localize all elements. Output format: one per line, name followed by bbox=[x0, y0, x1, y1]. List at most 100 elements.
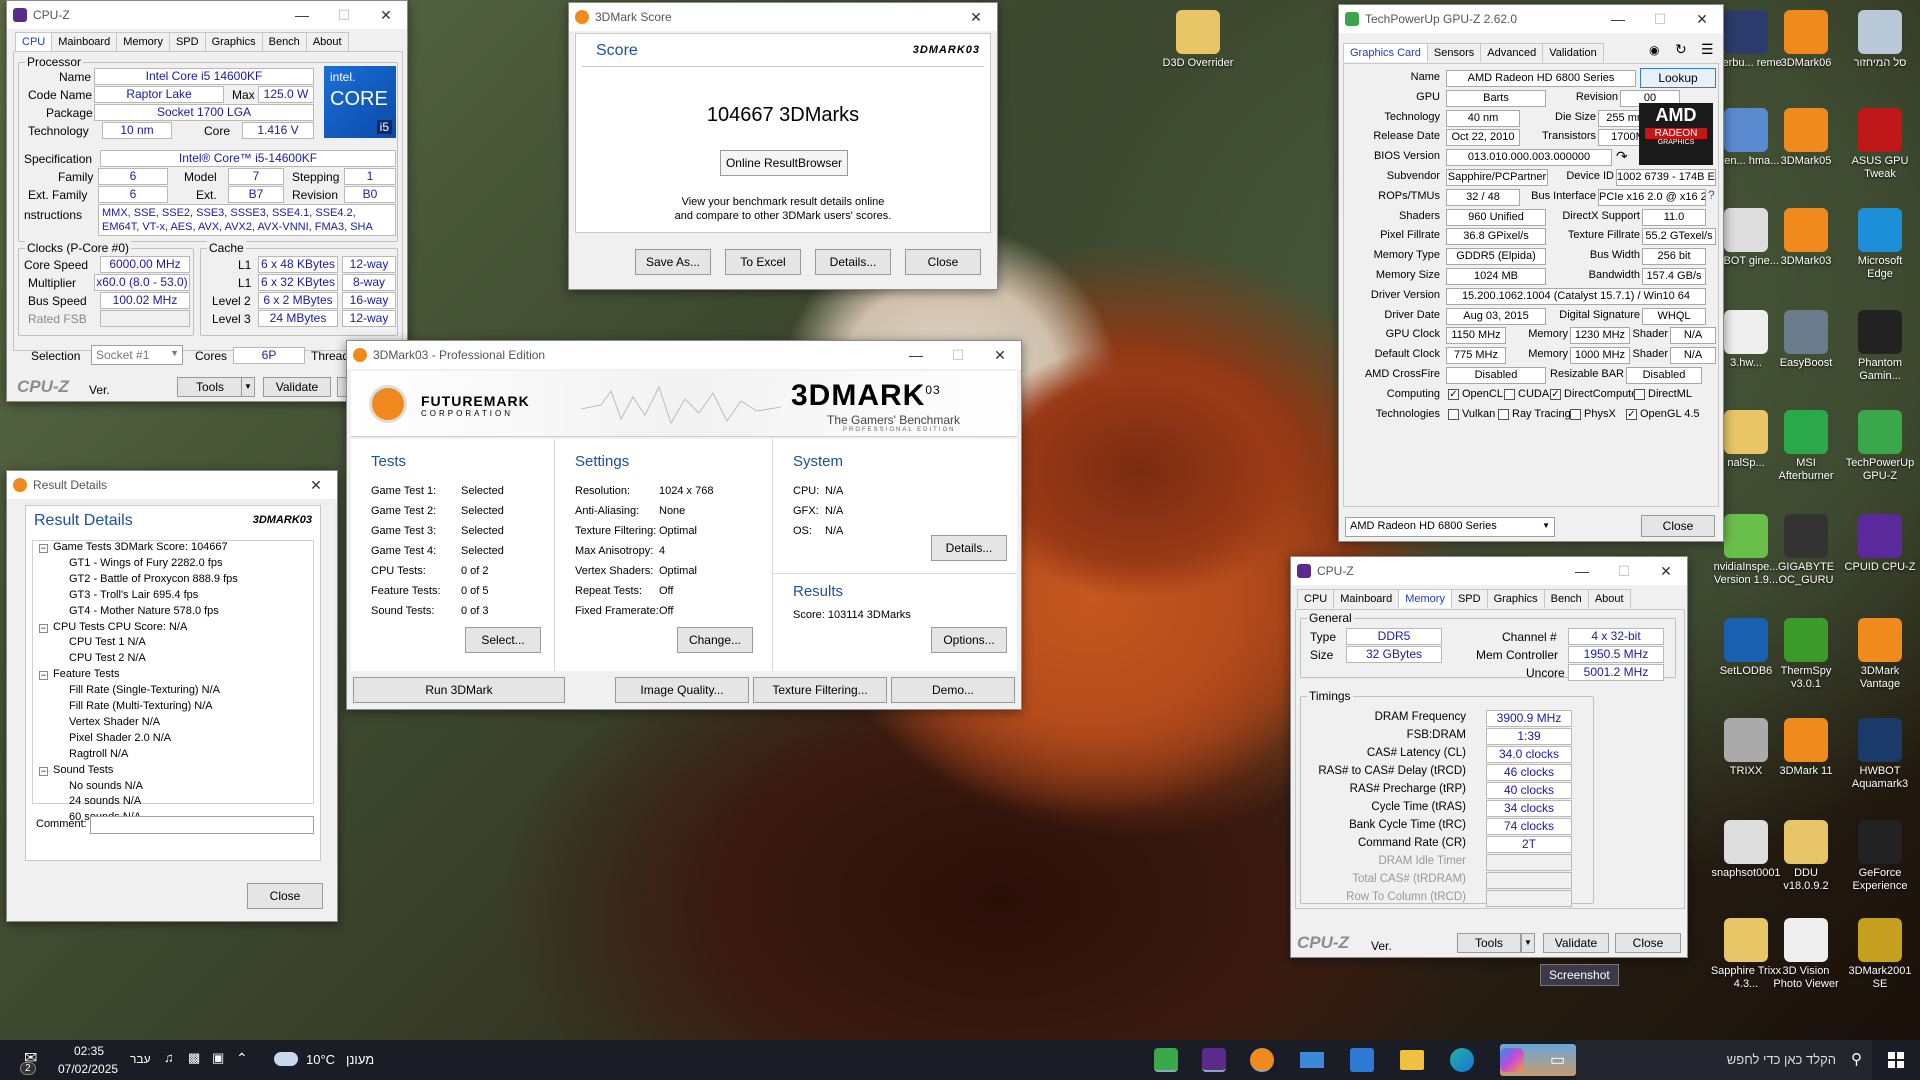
desktop-icon[interactable]: ThermSpy v3.0.1 bbox=[1770, 618, 1842, 691]
monitor-icon[interactable]: ▩ bbox=[188, 1050, 200, 1066]
select-button[interactable]: Select... bbox=[465, 627, 541, 653]
change-button[interactable]: Change... bbox=[677, 627, 753, 653]
close-button[interactable]: ✕ bbox=[365, 1, 407, 29]
image-quality-button[interactable]: Image Quality... bbox=[615, 677, 749, 703]
desktop-icon[interactable]: ASUS GPU Tweak bbox=[1844, 108, 1916, 181]
vulkan-checkbox[interactable] bbox=[1448, 409, 1459, 420]
tree-group[interactable]: Feature Tests bbox=[53, 668, 119, 680]
tab-graphics[interactable]: Graphics bbox=[1486, 589, 1545, 608]
tree-item[interactable]: CPU Test 1 N/A bbox=[69, 636, 146, 648]
tab-bench[interactable]: Bench bbox=[1543, 589, 1589, 608]
tree-item[interactable]: Fill Rate (Multi-Texturing) N/A bbox=[69, 700, 213, 712]
demo-button[interactable]: Demo... bbox=[891, 677, 1015, 703]
cpuz-taskbar-icon[interactable] bbox=[1202, 1048, 1226, 1072]
share-icon[interactable]: ↷ bbox=[1616, 148, 1628, 165]
opencl-checkbox[interactable]: ✓ bbox=[1448, 389, 1459, 400]
help-icon[interactable]: ? bbox=[1708, 188, 1715, 202]
task-view-icon[interactable]: ▭ bbox=[1550, 1050, 1565, 1070]
gpuz-close-button[interactable]: Close bbox=[1641, 515, 1715, 537]
desktop-icon[interactable]: GIGABYTE OC_GURU bbox=[1770, 514, 1842, 587]
maximize-button[interactable]: ☐ bbox=[937, 341, 979, 369]
tab-graphics-card[interactable]: Graphics Card bbox=[1343, 43, 1428, 62]
tree-item[interactable]: CPU Test 2 N/A bbox=[69, 652, 146, 664]
tree-item[interactable]: No sounds N/A bbox=[69, 780, 143, 792]
tab-memory[interactable]: Memory bbox=[1398, 589, 1452, 608]
tools-button[interactable]: Tools bbox=[1457, 933, 1521, 953]
tree-item[interactable]: Ragtroll N/A bbox=[69, 748, 128, 760]
options-button[interactable]: Options... bbox=[931, 627, 1007, 653]
close-dialog-button[interactable]: Close bbox=[905, 249, 981, 275]
title-bar[interactable]: TechPowerUp GPU-Z 2.62.0 — ☐ ✕ bbox=[1339, 5, 1723, 33]
tab-cpu[interactable]: CPU bbox=[1297, 589, 1335, 608]
chevron-up-icon[interactable]: ⌃ bbox=[236, 1050, 248, 1067]
tree-item[interactable]: 24 sounds N/A bbox=[69, 795, 141, 807]
title-bar[interactable]: 3DMark03 - Professional Edition — ☐ ✕ bbox=[347, 341, 1021, 369]
lookup-button[interactable]: Lookup bbox=[1640, 68, 1716, 88]
desktop-icon[interactable]: סל המיחזור bbox=[1844, 10, 1916, 70]
tree-item[interactable]: GT3 - Troll's Lair 695.4 fps bbox=[69, 589, 198, 601]
validate-button[interactable]: Validate bbox=[263, 377, 331, 397]
speaker-icon[interactable]: ♫ bbox=[164, 1050, 174, 1065]
tools-dropdown-button[interactable]: ▼ bbox=[241, 377, 255, 397]
minimize-button[interactable]: — bbox=[281, 1, 323, 29]
maximize-button[interactable]: ☐ bbox=[1639, 5, 1681, 33]
desktop-icon[interactable]: MSI Afterburner bbox=[1770, 410, 1842, 483]
tree-item[interactable]: GT2 - Battle of Proxycon 888.9 fps bbox=[69, 573, 238, 585]
tab-advanced[interactable]: Advanced bbox=[1480, 43, 1544, 62]
clock-time[interactable]: 02:35 bbox=[74, 1044, 104, 1058]
tab-spd[interactable]: SPD bbox=[168, 32, 206, 51]
refresh-icon[interactable]: ↻ bbox=[1675, 41, 1687, 58]
mail-icon[interactable] bbox=[1300, 1052, 1324, 1068]
tree-item[interactable]: GT1 - Wings of Fury 2282.0 fps bbox=[69, 557, 222, 569]
tree-item[interactable]: GT4 - Mother Nature 578.0 fps bbox=[69, 605, 219, 617]
physx-checkbox[interactable] bbox=[1570, 409, 1581, 420]
close-button[interactable]: ✕ bbox=[1645, 557, 1687, 585]
search-box[interactable]: ⚲ הקלד כאן כדי לחפש bbox=[1576, 1040, 1872, 1080]
network-icon[interactable]: ▣ bbox=[212, 1050, 224, 1066]
title-bar[interactable]: CPU-Z — ☐ ✕ bbox=[1291, 557, 1687, 585]
minimize-button[interactable]: — bbox=[1597, 5, 1639, 33]
minimize-button[interactable]: — bbox=[1561, 557, 1603, 585]
copilot-icon[interactable] bbox=[1500, 1048, 1524, 1072]
file-explorer-icon[interactable] bbox=[1400, 1050, 1424, 1070]
edge-icon[interactable] bbox=[1450, 1048, 1474, 1072]
desktop-icon[interactable]: CPUID CPU-Z bbox=[1844, 514, 1916, 574]
tools-button[interactable]: Tools bbox=[177, 377, 243, 397]
tab-about[interactable]: About bbox=[1587, 589, 1631, 608]
maximize-button[interactable]: ☐ bbox=[1603, 557, 1645, 585]
tab-mainboard[interactable]: Mainboard bbox=[51, 32, 118, 51]
menu-icon[interactable]: ☰ bbox=[1701, 41, 1714, 58]
result-close-button[interactable]: Close bbox=[247, 883, 323, 909]
camera-icon[interactable]: ◉ bbox=[1649, 43, 1659, 57]
cloud-icon[interactable] bbox=[274, 1052, 298, 1066]
tree-group[interactable]: CPU Tests CPU Score: N/A bbox=[53, 621, 187, 633]
gpu-select[interactable]: AMD Radeon HD 6800 Series ▼ bbox=[1345, 517, 1555, 537]
tab-spd[interactable]: SPD bbox=[1450, 589, 1488, 608]
desktop-icon[interactable]: GeForce Experience bbox=[1844, 820, 1916, 893]
desktop-icon[interactable]: Phantom Gamin... bbox=[1844, 310, 1916, 383]
collapse-icon[interactable]: − bbox=[39, 766, 48, 776]
desktop-icon[interactable]: EasyBoost bbox=[1770, 310, 1842, 370]
title-bar[interactable]: 3DMark Score ✕ bbox=[569, 3, 997, 31]
socket-select[interactable]: Socket #1 ▼ bbox=[91, 345, 183, 365]
details-button[interactable]: Details... bbox=[815, 249, 891, 275]
desktop-icon[interactable]: TechPowerUp GPU-Z bbox=[1844, 410, 1916, 483]
raytracing-checkbox[interactable] bbox=[1498, 409, 1509, 420]
desktop-icon[interactable]: 3DMark2001 SE bbox=[1844, 918, 1916, 991]
tab-graphics[interactable]: Graphics bbox=[204, 32, 263, 51]
save-as-button[interactable]: Save As... bbox=[635, 249, 711, 275]
title-bar[interactable]: CPU-Z — ☐ ✕ bbox=[7, 1, 407, 29]
tree-item[interactable]: Fill Rate (Single-Texturing) N/A bbox=[69, 684, 220, 696]
close-button[interactable]: ✕ bbox=[955, 3, 997, 31]
comment-input[interactable] bbox=[90, 816, 314, 834]
desktop-icon[interactable]: 3DMark05 bbox=[1770, 108, 1842, 168]
tree-group[interactable]: Game Tests 3DMark Score: 104667 bbox=[53, 541, 228, 553]
minimize-button[interactable]: — bbox=[895, 341, 937, 369]
collapse-icon[interactable]: − bbox=[39, 671, 48, 681]
cuda-checkbox[interactable] bbox=[1504, 389, 1515, 400]
tab-sensors[interactable]: Sensors bbox=[1426, 43, 1482, 62]
maximize-button[interactable]: ☐ bbox=[323, 1, 365, 29]
desktop-icon[interactable]: 3DMark03 bbox=[1770, 208, 1842, 268]
texture-filtering-button[interactable]: Texture Filtering... bbox=[753, 677, 887, 703]
tab-about[interactable]: About bbox=[305, 32, 349, 51]
